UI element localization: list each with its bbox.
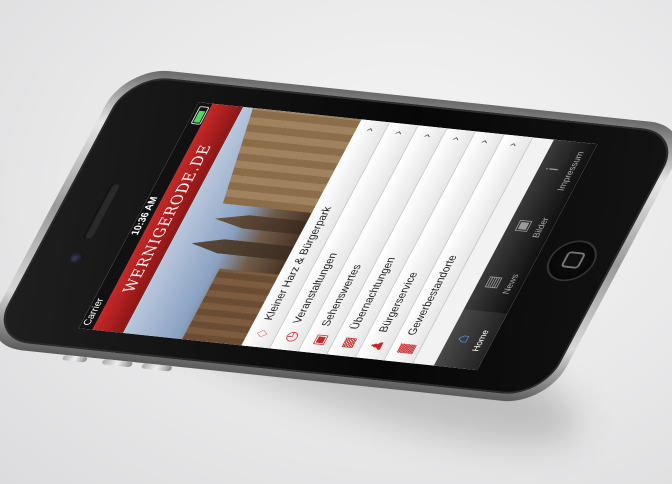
chevron-right-icon: › [389,129,407,136]
camera-icon [67,251,86,264]
tab-impressum[interactable]: i Impressum [524,140,597,201]
tab-news[interactable]: ▤ News [464,253,537,314]
chevron-right-icon: › [446,135,464,142]
chevron-right-icon: › [417,132,435,139]
factory-icon: ▓ [395,343,416,354]
clock-icon: ◷ [280,330,302,343]
tab-home[interactable]: ⌂ Home [433,309,508,371]
bed-icon: ▩ [337,335,360,350]
screen: Carrier 10:36 AM WERNIGERODE.DE ♢ Kleine… [78,102,598,371]
chevron-right-icon: › [360,126,378,133]
goblet-icon: ♢ [251,327,274,340]
chevron-right-icon: › [503,141,521,148]
chevron-right-icon: › [475,138,493,145]
iphone: Carrier 10:36 AM WERNIGERODE.DE ♢ Kleine… [0,66,672,406]
camera-icon: ▣ [308,332,331,347]
earpiece-speaker [82,182,122,241]
people-icon: ♟ [365,339,388,353]
home-button[interactable] [538,238,606,284]
